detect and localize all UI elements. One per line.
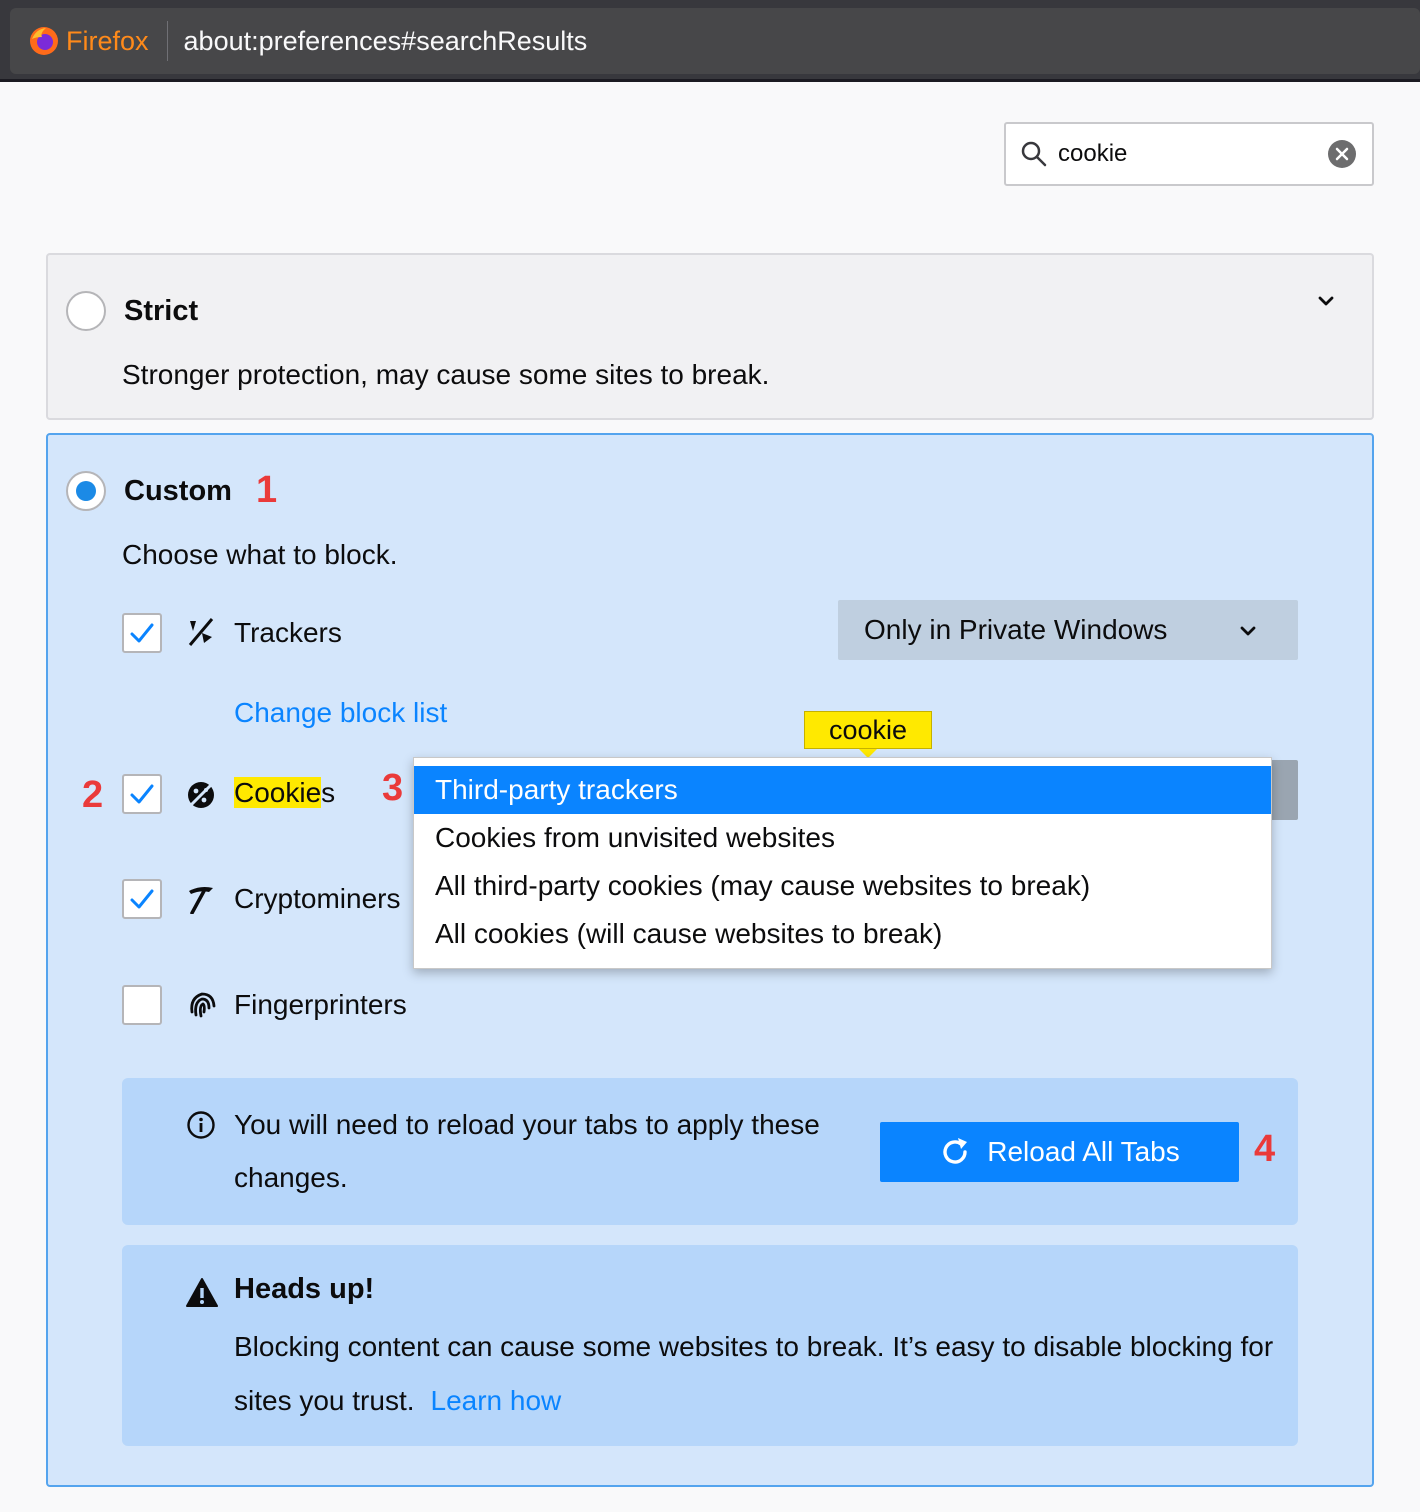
url-text[interactable]: about:preferences#searchResults (184, 26, 588, 57)
heads-up-body: Blocking content can cause some websites… (234, 1331, 1274, 1416)
firefox-logo-icon (28, 25, 60, 57)
cryptominers-label: Cryptominers (234, 883, 401, 914)
reload-icon (939, 1136, 971, 1168)
reload-notice: You will need to reload your tabs to app… (122, 1078, 1298, 1225)
chevron-down-icon[interactable] (1314, 289, 1338, 313)
change-block-list-link[interactable]: Change block list (234, 697, 447, 729)
learn-how-link[interactable]: Learn how (431, 1385, 562, 1416)
strict-description: Stronger protection, may cause some site… (122, 359, 770, 390)
fingerprinters-checkbox[interactable] (122, 985, 162, 1025)
fingerprinters-label: Fingerprinters (234, 989, 407, 1020)
reload-all-tabs-button[interactable]: Reload All Tabs (880, 1122, 1239, 1182)
cookie-icon (186, 778, 220, 812)
strict-title: Strict (124, 295, 199, 327)
cookies-label-rest: s (321, 777, 336, 808)
custom-radio[interactable] (66, 471, 106, 511)
cryptominers-checkbox[interactable] (122, 879, 162, 919)
strict-card[interactable]: Strict Stronger protection, may cause so… (46, 253, 1374, 420)
annotation-2: 2 (82, 774, 104, 816)
url-separator (166, 21, 168, 61)
custom-title: Custom (124, 475, 232, 507)
cryptominer-icon (186, 884, 220, 918)
trackers-select[interactable]: Only in Private Windows (838, 600, 1298, 660)
reload-button-label: Reload All Tabs (987, 1136, 1180, 1167)
heads-up-title: Heads up! (234, 1273, 375, 1305)
info-icon (186, 1110, 216, 1140)
cookies-label: Cookies (234, 777, 335, 809)
reload-message: You will need to reload your tabs to app… (234, 1109, 820, 1193)
annotation-4: 4 (1254, 1128, 1276, 1170)
heads-up-notice: Heads up! Blocking content can cause som… (122, 1245, 1298, 1446)
warning-icon (186, 1277, 218, 1309)
search-icon (1020, 140, 1048, 168)
search-match-tooltip: cookie (804, 711, 932, 758)
trackers-label: Trackers (234, 617, 342, 648)
annotation-3: 3 (382, 767, 404, 809)
tracker-icon (186, 617, 220, 651)
fingerprint-icon (186, 988, 220, 1022)
heads-up-text: Blocking content can cause some websites… (234, 1320, 1274, 1428)
annotation-1: 1 (256, 469, 278, 511)
browser-brand: Firefox (66, 25, 149, 56)
cookies-label-highlight: Cookie (234, 777, 322, 808)
cookies-dropdown[interactable]: Third-party trackers Cookies from unvisi… (413, 757, 1272, 969)
strict-radio[interactable] (66, 291, 106, 331)
preferences-search[interactable] (1004, 122, 1374, 186)
dropdown-option[interactable]: All cookies (will cause websites to brea… (414, 910, 1271, 958)
trackers-select-value: Only in Private Windows (864, 614, 1168, 645)
cookies-checkbox[interactable] (122, 774, 162, 814)
trackers-checkbox[interactable] (122, 613, 162, 653)
browser-toolbar: Firefox about:preferences#searchResults (0, 0, 1420, 82)
dropdown-option[interactable]: Third-party trackers (414, 766, 1271, 814)
url-bar[interactable]: Firefox about:preferences#searchResults (10, 8, 1420, 74)
search-input[interactable] (1058, 140, 1318, 168)
dropdown-option[interactable]: Cookies from unvisited websites (414, 814, 1271, 862)
dropdown-option[interactable]: All third-party cookies (may cause websi… (414, 862, 1271, 910)
custom-description: Choose what to block. (122, 539, 398, 570)
clear-icon[interactable] (1328, 140, 1356, 168)
chevron-down-icon (1236, 618, 1260, 642)
